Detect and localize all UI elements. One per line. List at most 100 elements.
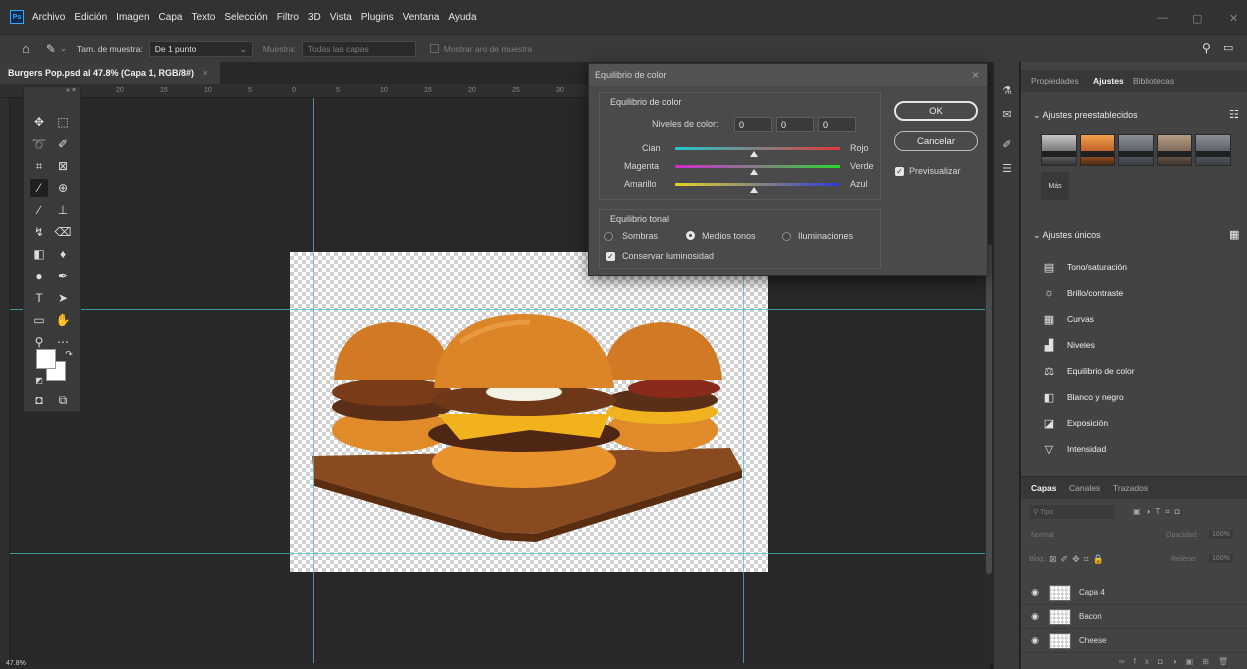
type-tool-icon[interactable]: T: [30, 289, 48, 307]
cyan-red-slider-thumb[interactable]: [750, 151, 758, 157]
lock-icons[interactable]: ⊠✐✥⌗🔒: [1049, 554, 1108, 565]
photoshop-logo-icon[interactable]: Ps: [10, 10, 24, 24]
rectangle-tool-icon[interactable]: ▭: [30, 311, 48, 329]
home-icon[interactable]: ⌂: [22, 41, 30, 56]
visibility-eye-icon[interactable]: ◉: [1021, 587, 1049, 598]
menu-3d[interactable]: 3D: [308, 12, 321, 23]
scrollbar-thumb[interactable]: [986, 244, 992, 574]
more-presets-button[interactable]: Más: [1041, 172, 1069, 200]
ok-button[interactable]: OK: [894, 101, 978, 121]
preset-thumbnail[interactable]: [1118, 134, 1154, 166]
swap-colors-icon[interactable]: ↷: [60, 345, 78, 363]
menu-vista[interactable]: Vista: [330, 12, 352, 23]
level-field-cyan-red[interactable]: 0: [734, 117, 772, 132]
tab-canales[interactable]: Canales: [1069, 483, 1100, 493]
radio-shadows[interactable]: [604, 232, 613, 241]
layer-actions-icons[interactable]: ∞fx◘◑▣⊞🗑: [1119, 657, 1237, 666]
search-icon[interactable]: ⚲: [1202, 41, 1211, 55]
quick-mask-icon[interactable]: ◘: [30, 391, 48, 409]
dodge-tool-icon[interactable]: ●: [30, 267, 48, 285]
layer-row[interactable]: ◉ Capa 4: [1021, 581, 1247, 605]
menu-plugins[interactable]: Plugins: [361, 12, 394, 23]
grid-view-icon[interactable]: ▦: [1229, 228, 1239, 241]
preset-thumbnail[interactable]: [1195, 134, 1231, 166]
presets-section-header[interactable]: ⌄ Ajustes preestablecidos: [1033, 110, 1138, 121]
preset-thumbnail[interactable]: [1156, 134, 1193, 166]
menu-capa[interactable]: Capa: [159, 12, 183, 23]
quick-select-tool-icon[interactable]: ✐: [54, 135, 72, 153]
yellow-blue-slider-track[interactable]: [675, 183, 840, 186]
tab-propiedades[interactable]: Propiedades: [1031, 76, 1079, 86]
lasso-tool-icon[interactable]: ➰: [30, 135, 48, 153]
tab-capas[interactable]: Capas: [1031, 483, 1057, 493]
crop-tool-icon[interactable]: ⌗: [30, 157, 48, 175]
guide-horizontal[interactable]: [10, 553, 985, 554]
adjustment-vibrance[interactable]: ▽ Intensidad: [1039, 440, 1106, 458]
visibility-eye-icon[interactable]: ◉: [1021, 635, 1049, 646]
pen-tool-icon[interactable]: ✒: [54, 267, 72, 285]
brush-tool-icon[interactable]: ∕: [30, 201, 48, 219]
list-view-icon[interactable]: ☷: [1229, 108, 1239, 121]
tools-panel-header[interactable]: « ×: [24, 87, 80, 97]
yellow-blue-slider-thumb[interactable]: [750, 187, 758, 193]
adjustment-hue-saturation[interactable]: ▤ Tono/saturación: [1039, 258, 1127, 276]
layer-filter-icons[interactable]: ▣◑T⌗◘: [1133, 507, 1185, 517]
move-tool-icon[interactable]: ✥: [30, 113, 48, 131]
tab-bibliotecas[interactable]: Bibliotecas: [1133, 76, 1174, 86]
blend-mode-select[interactable]: Normal: [1029, 529, 1129, 543]
menu-imagen[interactable]: Imagen: [116, 12, 149, 23]
close-icon[interactable]: ×: [972, 68, 979, 82]
adjustment-black-white[interactable]: ◧ Blanco y negro: [1039, 388, 1124, 406]
layer-row[interactable]: ◉ Cheese: [1021, 629, 1247, 653]
tab-ajustes[interactable]: Ajustes: [1093, 76, 1124, 86]
menu-ventana[interactable]: Ventana: [403, 12, 440, 23]
hand-tool-icon[interactable]: ✋: [54, 311, 72, 329]
adjustment-brightness-contrast[interactable]: ☼ Brillo/contraste: [1039, 284, 1123, 302]
level-field-magenta-green[interactable]: 0: [776, 117, 814, 132]
radio-midtones[interactable]: [686, 231, 695, 240]
layer-row[interactable]: ◉ Bacon: [1021, 605, 1247, 629]
brush-settings-icon[interactable]: ✐: [999, 136, 1015, 152]
menu-edicion[interactable]: Edición: [74, 12, 107, 23]
adjustment-curves[interactable]: ▦ Curvas: [1039, 310, 1094, 328]
magenta-green-slider-track[interactable]: [675, 165, 840, 168]
level-field-yellow-blue[interactable]: 0: [818, 117, 856, 132]
tab-trazados[interactable]: Trazados: [1113, 483, 1148, 493]
foreground-color-swatch[interactable]: [36, 349, 56, 369]
history-panel-icon[interactable]: ⚗: [999, 82, 1015, 98]
preset-thumbnail[interactable]: [1041, 134, 1077, 166]
sample-size-select[interactable]: De 1 punto ⌄: [148, 40, 253, 57]
sample-select[interactable]: Todas las capas: [301, 40, 416, 57]
adjustment-exposure[interactable]: ◪ Exposición: [1039, 414, 1108, 432]
single-adjustments-header[interactable]: ⌄ Ajustes únicos: [1033, 230, 1101, 241]
history-brush-tool-icon[interactable]: ↯: [30, 223, 48, 241]
close-window-icon[interactable]: ✕: [1229, 12, 1238, 25]
default-colors-icon[interactable]: ◩: [30, 371, 48, 389]
restore-icon[interactable]: ▢: [1192, 12, 1202, 25]
screen-mode-icon[interactable]: ⧉: [54, 391, 72, 409]
gradient-tool-icon[interactable]: ◧: [30, 245, 48, 263]
healing-tool-icon[interactable]: ⊕: [54, 179, 72, 197]
eyedropper-tool-icon[interactable]: ✎: [46, 42, 56, 56]
layer-search-input[interactable]: ⚲ Tipo: [1029, 505, 1115, 519]
adjustment-color-balance[interactable]: ⚖ Equilibrio de color: [1039, 362, 1135, 380]
stamp-tool-icon[interactable]: ⊥: [54, 201, 72, 219]
adjustment-levels[interactable]: ▟ Niveles: [1039, 336, 1095, 354]
minimize-icon[interactable]: —: [1157, 12, 1168, 24]
menu-seleccion[interactable]: Selección: [224, 12, 267, 23]
visibility-eye-icon[interactable]: ◉: [1021, 611, 1049, 622]
show-ring-checkbox[interactable]: [429, 44, 439, 53]
eyedropper-tool-icon[interactable]: ⁄: [30, 179, 48, 197]
adjustments-sliders-icon[interactable]: ☰: [999, 160, 1015, 176]
guide-horizontal[interactable]: [10, 309, 985, 310]
cancel-button[interactable]: Cancelar: [894, 131, 978, 151]
preview-checkbox[interactable]: ✓: [895, 167, 904, 176]
radio-highlights[interactable]: [782, 232, 791, 241]
magenta-green-slider-thumb[interactable]: [750, 169, 758, 175]
menu-archivo[interactable]: Archivo: [32, 12, 65, 23]
zoom-level[interactable]: 47.8%: [6, 660, 26, 667]
document-canvas[interactable]: [290, 252, 768, 572]
menu-filtro[interactable]: Filtro: [277, 12, 299, 23]
fill-value[interactable]: 100%: [1209, 554, 1233, 563]
eraser-tool-icon[interactable]: ⌫: [54, 223, 72, 241]
